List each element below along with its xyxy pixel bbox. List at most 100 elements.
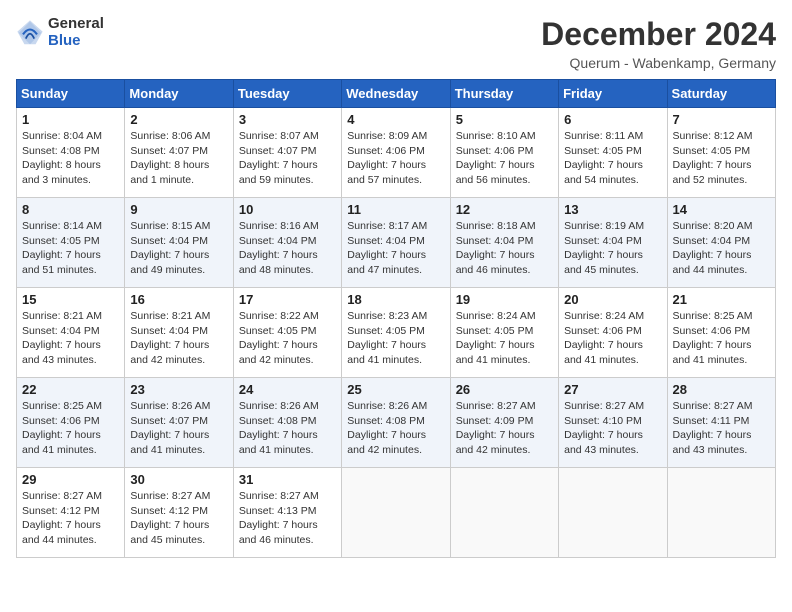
calendar-cell: 11 Sunrise: 8:17 AM Sunset: 4:04 PM Dayli…	[342, 198, 450, 288]
calendar-cell: 25 Sunrise: 8:26 AM Sunset: 4:08 PM Dayli…	[342, 378, 450, 468]
calendar-cell: 8 Sunrise: 8:14 AM Sunset: 4:05 PM Daylig…	[17, 198, 125, 288]
day-number: 31	[239, 472, 336, 487]
calendar-cell: 10 Sunrise: 8:16 AM Sunset: 4:04 PM Dayli…	[233, 198, 341, 288]
day-number: 8	[22, 202, 119, 217]
day-info: Sunrise: 8:07 AM Sunset: 4:07 PM Dayligh…	[239, 129, 336, 188]
day-info: Sunrise: 8:25 AM Sunset: 4:06 PM Dayligh…	[22, 399, 119, 458]
day-number: 2	[130, 112, 227, 127]
calendar-cell: 14Sunrise: 8:20 AM Sunset: 4:04 PM Dayli…	[667, 198, 775, 288]
day-number: 12	[456, 202, 553, 217]
calendar-cell: 13 Sunrise: 8:19 AM Sunset: 4:04 PM Dayli…	[559, 198, 667, 288]
day-info: Sunrise: 8:09 AM Sunset: 4:06 PM Dayligh…	[347, 129, 444, 188]
day-number: 4	[347, 112, 444, 127]
logo: General Blue	[16, 16, 104, 49]
day-number: 11	[347, 202, 444, 217]
day-info: Sunrise: 8:12 AM Sunset: 4:05 PM Dayligh…	[673, 129, 770, 188]
day-number: 15	[22, 292, 119, 307]
day-number: 5	[456, 112, 553, 127]
day-info: Sunrise: 8:27 AM Sunset: 4:11 PM Dayligh…	[673, 399, 770, 458]
logo-general-text: General	[48, 16, 104, 33]
day-number: 28	[673, 382, 770, 397]
day-number: 7	[673, 112, 770, 127]
day-info: Sunrise: 8:21 AM Sunset: 4:04 PM Dayligh…	[22, 309, 119, 368]
calendar-cell: 7 Sunrise: 8:12 AM Sunset: 4:05 PM Daylig…	[667, 108, 775, 198]
day-number: 20	[564, 292, 661, 307]
day-info: Sunrise: 8:27 AM Sunset: 4:12 PM Dayligh…	[22, 489, 119, 548]
day-number: 6	[564, 112, 661, 127]
calendar-week-row: 29 Sunrise: 8:27 AM Sunset: 4:12 PM Dayli…	[17, 468, 776, 558]
column-header-friday: Friday	[559, 80, 667, 108]
day-number: 16	[130, 292, 227, 307]
month-title: December 2024	[541, 16, 776, 53]
day-info: Sunrise: 8:21 AM Sunset: 4:04 PM Dayligh…	[130, 309, 227, 368]
logo-blue-text: Blue	[48, 33, 104, 50]
calendar-cell: 19 Sunrise: 8:24 AM Sunset: 4:05 PM Dayli…	[450, 288, 558, 378]
calendar-cell: 28 Sunrise: 8:27 AM Sunset: 4:11 PM Dayli…	[667, 378, 775, 468]
calendar-cell: 30Sunrise: 8:27 AM Sunset: 4:12 PM Dayli…	[125, 468, 233, 558]
day-number: 10	[239, 202, 336, 217]
calendar-cell	[559, 468, 667, 558]
day-info: Sunrise: 8:18 AM Sunset: 4:04 PM Dayligh…	[456, 219, 553, 278]
calendar-cell: 5Sunrise: 8:10 AM Sunset: 4:06 PM Daylig…	[450, 108, 558, 198]
calendar-cell: 20 Sunrise: 8:24 AM Sunset: 4:06 PM Dayli…	[559, 288, 667, 378]
day-info: Sunrise: 8:24 AM Sunset: 4:05 PM Dayligh…	[456, 309, 553, 368]
day-info: Sunrise: 8:20 AM Sunset: 4:04 PM Dayligh…	[673, 219, 770, 278]
calendar-cell: 1 Sunrise: 8:04 AM Sunset: 4:08 PM Daylig…	[17, 108, 125, 198]
day-info: Sunrise: 8:19 AM Sunset: 4:04 PM Dayligh…	[564, 219, 661, 278]
calendar-cell: 24 Sunrise: 8:26 AM Sunset: 4:08 PM Dayli…	[233, 378, 341, 468]
day-number: 13	[564, 202, 661, 217]
day-number: 19	[456, 292, 553, 307]
calendar-cell	[667, 468, 775, 558]
day-info: Sunrise: 8:23 AM Sunset: 4:05 PM Dayligh…	[347, 309, 444, 368]
day-number: 27	[564, 382, 661, 397]
day-info: Sunrise: 8:27 AM Sunset: 4:12 PM Dayligh…	[130, 489, 227, 548]
day-info: Sunrise: 8:27 AM Sunset: 4:10 PM Dayligh…	[564, 399, 661, 458]
day-number: 25	[347, 382, 444, 397]
calendar-cell: 29 Sunrise: 8:27 AM Sunset: 4:12 PM Dayli…	[17, 468, 125, 558]
day-info: Sunrise: 8:22 AM Sunset: 4:05 PM Dayligh…	[239, 309, 336, 368]
calendar-cell: 18 Sunrise: 8:23 AM Sunset: 4:05 PM Dayli…	[342, 288, 450, 378]
column-header-wednesday: Wednesday	[342, 80, 450, 108]
calendar-cell: 22 Sunrise: 8:25 AM Sunset: 4:06 PM Dayli…	[17, 378, 125, 468]
day-info: Sunrise: 8:17 AM Sunset: 4:04 PM Dayligh…	[347, 219, 444, 278]
calendar-cell	[450, 468, 558, 558]
logo-text: General Blue	[48, 16, 104, 49]
calendar-cell: 31 Sunrise: 8:27 AM Sunset: 4:13 PM Dayli…	[233, 468, 341, 558]
day-info: Sunrise: 8:27 AM Sunset: 4:09 PM Dayligh…	[456, 399, 553, 458]
calendar-cell: 27 Sunrise: 8:27 AM Sunset: 4:10 PM Dayli…	[559, 378, 667, 468]
calendar-cell: 23Sunrise: 8:26 AM Sunset: 4:07 PM Dayli…	[125, 378, 233, 468]
calendar-cell: 12 Sunrise: 8:18 AM Sunset: 4:04 PM Dayli…	[450, 198, 558, 288]
column-header-tuesday: Tuesday	[233, 80, 341, 108]
day-info: Sunrise: 8:26 AM Sunset: 4:08 PM Dayligh…	[347, 399, 444, 458]
day-number: 29	[22, 472, 119, 487]
day-number: 1	[22, 112, 119, 127]
column-header-thursday: Thursday	[450, 80, 558, 108]
calendar-cell: 4 Sunrise: 8:09 AM Sunset: 4:06 PM Daylig…	[342, 108, 450, 198]
day-info: Sunrise: 8:24 AM Sunset: 4:06 PM Dayligh…	[564, 309, 661, 368]
day-info: Sunrise: 8:11 AM Sunset: 4:05 PM Dayligh…	[564, 129, 661, 188]
calendar-cell: 6 Sunrise: 8:11 AM Sunset: 4:05 PM Daylig…	[559, 108, 667, 198]
day-info: Sunrise: 8:14 AM Sunset: 4:05 PM Dayligh…	[22, 219, 119, 278]
day-info: Sunrise: 8:04 AM Sunset: 4:08 PM Dayligh…	[22, 129, 119, 188]
day-number: 18	[347, 292, 444, 307]
day-info: Sunrise: 8:27 AM Sunset: 4:13 PM Dayligh…	[239, 489, 336, 548]
day-number: 22	[22, 382, 119, 397]
day-number: 3	[239, 112, 336, 127]
calendar-cell: 17Sunrise: 8:22 AM Sunset: 4:05 PM Dayli…	[233, 288, 341, 378]
day-info: Sunrise: 8:26 AM Sunset: 4:08 PM Dayligh…	[239, 399, 336, 458]
calendar-cell: 3 Sunrise: 8:07 AM Sunset: 4:07 PM Daylig…	[233, 108, 341, 198]
calendar-table: SundayMondayTuesdayWednesdayThursdayFrid…	[16, 79, 776, 558]
day-number: 23	[130, 382, 227, 397]
calendar-cell: 16 Sunrise: 8:21 AM Sunset: 4:04 PM Dayli…	[125, 288, 233, 378]
day-info: Sunrise: 8:06 AM Sunset: 4:07 PM Dayligh…	[130, 129, 227, 188]
day-info: Sunrise: 8:16 AM Sunset: 4:04 PM Dayligh…	[239, 219, 336, 278]
column-header-sunday: Sunday	[17, 80, 125, 108]
day-number: 24	[239, 382, 336, 397]
day-number: 26	[456, 382, 553, 397]
calendar-cell: 9Sunrise: 8:15 AM Sunset: 4:04 PM Daylig…	[125, 198, 233, 288]
column-header-monday: Monday	[125, 80, 233, 108]
calendar-header-row: SundayMondayTuesdayWednesdayThursdayFrid…	[17, 80, 776, 108]
day-info: Sunrise: 8:25 AM Sunset: 4:06 PM Dayligh…	[673, 309, 770, 368]
calendar-cell: 26 Sunrise: 8:27 AM Sunset: 4:09 PM Dayli…	[450, 378, 558, 468]
calendar-week-row: 22 Sunrise: 8:25 AM Sunset: 4:06 PM Dayli…	[17, 378, 776, 468]
